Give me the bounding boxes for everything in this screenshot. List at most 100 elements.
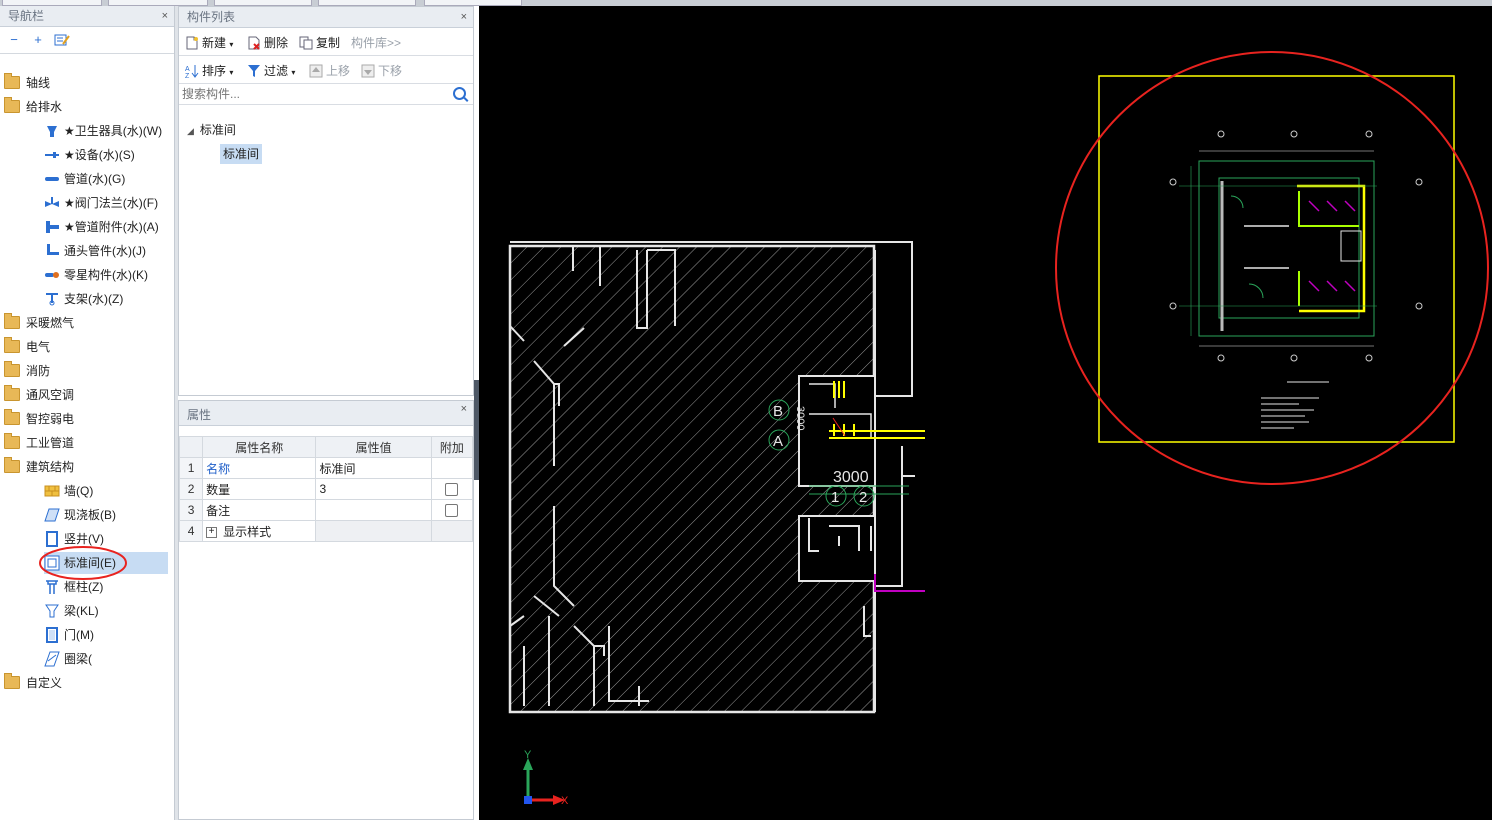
pipe-fitting-icon	[44, 219, 60, 235]
grid-label-b: B	[773, 403, 783, 420]
table-row[interactable]: 3 备注	[178, 499, 474, 521]
col-header-name: 属性名称	[202, 436, 317, 458]
nav-folder[interactable]: 自定义	[4, 672, 62, 694]
properties-close-icon[interactable]: ×	[461, 395, 467, 423]
nav-tree-item[interactable]: 通头管件(水)(J)	[44, 240, 146, 262]
properties-title: 属性	[187, 408, 212, 422]
folder-icon	[4, 673, 20, 690]
edit-icon[interactable]	[54, 33, 70, 47]
nav-folder[interactable]: 给排水	[4, 96, 62, 118]
valve-icon	[44, 195, 60, 211]
component-tree-item-selected[interactable]: 标准间	[220, 144, 263, 164]
expand-plus-icon[interactable]: +	[206, 526, 218, 538]
extra-checkbox[interactable]	[445, 504, 459, 518]
nav-close-icon[interactable]: ×	[162, 6, 168, 26]
sanitary-icon	[44, 123, 60, 139]
nav-tree-item[interactable]: 圈梁(	[44, 648, 92, 670]
nav-tree-item[interactable]: ★设备(水)(S)	[44, 144, 135, 166]
nav-item-label: 门(M)	[64, 628, 94, 642]
nav-item-label: 管道(水)(G)	[64, 172, 126, 186]
property-value[interactable]: 3	[315, 478, 432, 500]
component-tree-root[interactable]: ◢ 标准间	[187, 120, 236, 140]
dimension-vertical-label: 3000	[794, 406, 806, 430]
table-row[interactable]: 1 名称 标准间	[178, 457, 474, 479]
drawing-canvas[interactable]: B A 1 2 3000 3000 Y X	[479, 6, 1492, 820]
equipment-icon	[44, 147, 60, 163]
copy-button[interactable]: 复制	[299, 34, 340, 51]
row-number: 1	[178, 457, 204, 479]
property-value	[315, 520, 432, 542]
nav-folder[interactable]: 采暖燃气	[4, 312, 74, 334]
row-number: 2	[178, 478, 204, 500]
nav-item-label: 采暖燃气	[26, 316, 75, 330]
property-extra	[430, 457, 474, 479]
property-extra	[430, 478, 474, 500]
nav-folder[interactable]: 建筑结构	[4, 456, 74, 478]
nav-item-label: 轴线	[26, 76, 51, 90]
nav-tree-item[interactable]: 门(M)	[44, 624, 94, 646]
expand-triangle-icon[interactable]: ◢	[187, 126, 194, 136]
nav-tree-item[interactable]: 支架(水)(Z)	[44, 288, 123, 310]
component-library-button[interactable]: 构件库>>	[351, 34, 401, 51]
standard-room-drawing	[1055, 51, 1489, 485]
new-button[interactable]: 新建 ▾	[185, 34, 233, 51]
nav-folder[interactable]: 轴线	[4, 72, 50, 94]
delete-icon	[247, 36, 261, 50]
folder-icon	[4, 361, 20, 378]
nav-tree-item[interactable]: ★卫生器具(水)(W)	[44, 120, 162, 142]
sort-button[interactable]: A Z 排序 ▾	[185, 62, 233, 80]
grid-label-a: A	[773, 433, 783, 450]
move-up-button[interactable]: 上移	[309, 62, 350, 79]
property-name: 数量	[202, 478, 317, 500]
nav-tree-item[interactable]: 管道(水)(G)	[44, 168, 125, 190]
slab-icon	[44, 507, 60, 523]
nav-item-label: 智控弱电	[26, 412, 75, 426]
nav-item-label: 通头管件(水)(J)	[64, 244, 146, 258]
component-list-panel: 构件列表 × 新建 ▾ 删除 复制 构件库>> A Z 排序 ▾ 过滤 ▾ 上移 下…	[178, 6, 474, 396]
property-value[interactable]: 标准间	[315, 457, 432, 479]
expand-all-icon[interactable]: +	[30, 33, 46, 47]
nav-tree-item[interactable]: ★管道附件(水)(A)	[44, 216, 159, 238]
property-value[interactable]	[315, 499, 432, 521]
delete-button[interactable]: 删除	[247, 34, 288, 51]
nav-panel-title: 导航栏	[8, 9, 45, 23]
wall-icon	[44, 483, 60, 499]
nav-folder[interactable]: 消防	[4, 360, 50, 382]
folder-icon	[4, 457, 20, 474]
property-name: 备注	[202, 499, 317, 521]
nav-item-label: 自定义	[26, 676, 63, 690]
component-list-close-icon[interactable]: ×	[461, 7, 467, 27]
component-search-input[interactable]	[179, 84, 444, 104]
nav-item-label: 梁(KL)	[64, 604, 99, 618]
properties-header: 属性 ×	[179, 401, 473, 426]
nav-folder[interactable]: 工业管道	[4, 432, 74, 454]
move-down-icon	[361, 64, 375, 78]
nav-item-label: 现浇板(B)	[64, 508, 116, 522]
collapse-all-icon[interactable]: −	[6, 33, 22, 47]
nav-item-label: 给排水	[26, 100, 63, 114]
folder-icon	[4, 409, 20, 426]
nav-item-label: ★阀门法兰(水)(F)	[64, 196, 159, 210]
nav-folder[interactable]: 电气	[4, 336, 50, 358]
table-row[interactable]: 4 + 显示样式	[178, 520, 474, 542]
nav-tree-item[interactable]: 现浇板(B)	[44, 504, 116, 526]
nav-item-label: 建筑结构	[26, 460, 75, 474]
filter-button[interactable]: 过滤 ▾	[247, 62, 295, 79]
beam-icon	[44, 603, 60, 619]
properties-table: 属性名称 属性值 附加 1 名称 标准间 2 数量 3 3 备注 4 + 显示样式	[178, 436, 474, 542]
nav-tree-item[interactable]: 墙(Q)	[44, 480, 93, 502]
property-name: 名称	[202, 457, 317, 479]
nav-item-label: 消防	[26, 364, 51, 378]
nav-folder[interactable]: 通风空调	[4, 384, 74, 406]
properties-header-row: 属性名称 属性值 附加	[178, 436, 474, 458]
cad-drawing: B A 1 2 3000 3000 Y X	[508, 51, 1489, 807]
move-down-button[interactable]: 下移	[361, 62, 402, 79]
search-icon[interactable]	[453, 87, 466, 100]
nav-tree-item[interactable]: 梁(KL)	[44, 600, 99, 622]
table-row[interactable]: 2 数量 3	[178, 478, 474, 500]
nav-tree-item[interactable]: ★阀门法兰(水)(F)	[44, 192, 158, 214]
highlight-ellipse	[39, 546, 127, 580]
nav-folder[interactable]: 智控弱电	[4, 408, 74, 430]
extra-checkbox[interactable]	[445, 483, 459, 497]
nav-tree-item[interactable]: 零星构件(水)(K)	[44, 264, 148, 286]
